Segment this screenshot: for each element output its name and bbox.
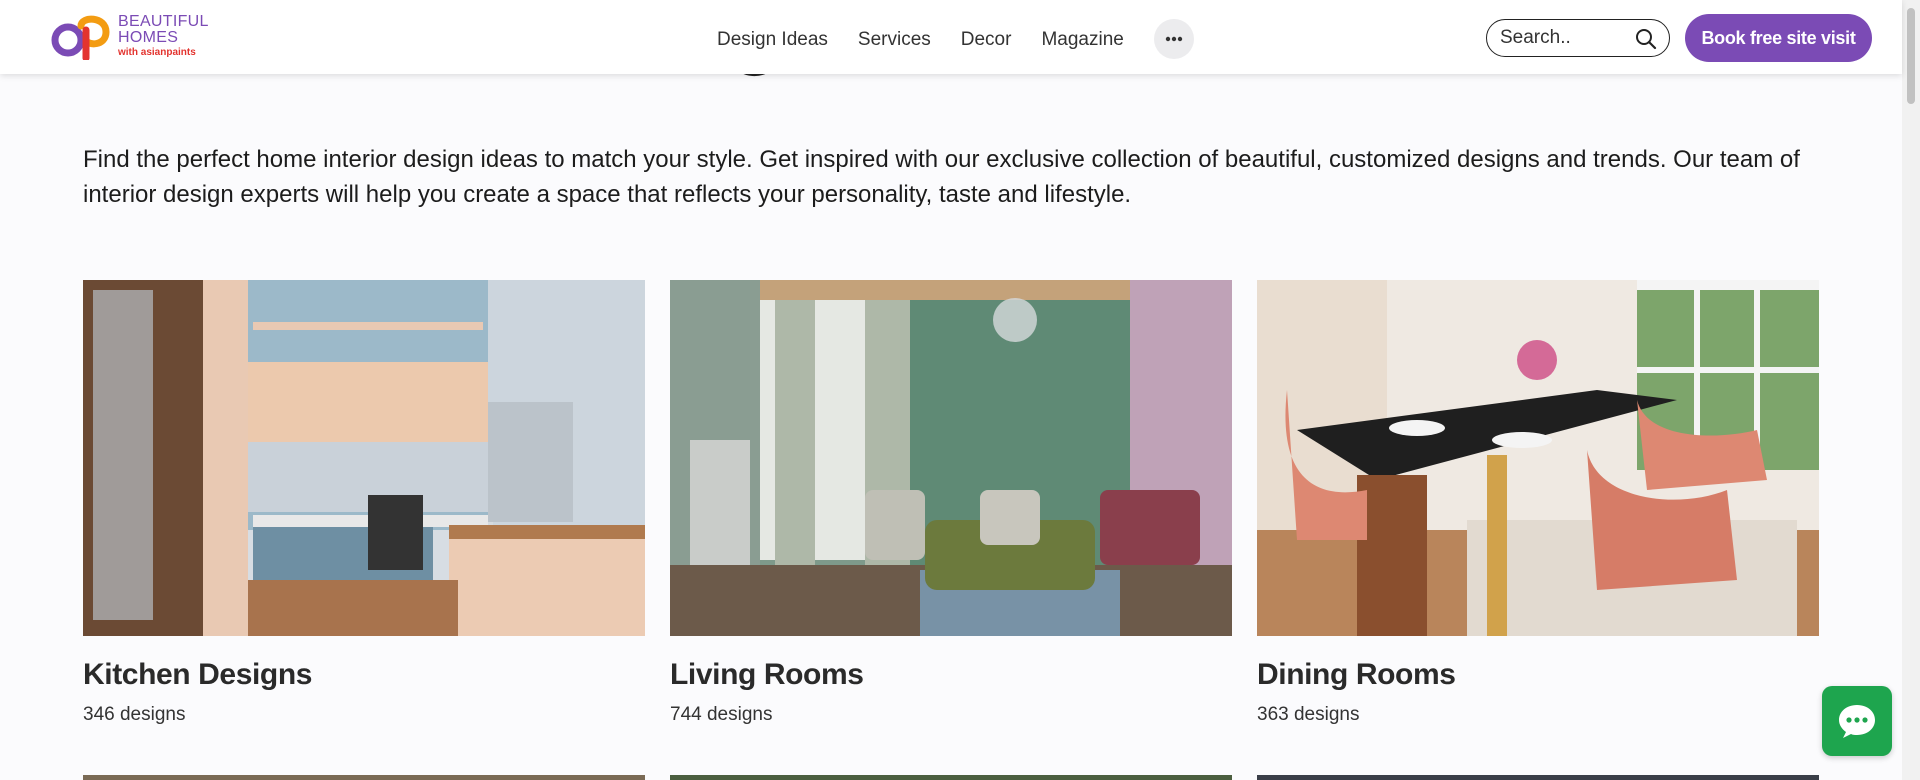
nav-services[interactable]: Services bbox=[858, 24, 931, 56]
brand-logo[interactable]: BEAUTIFUL HOMES with asianpaints bbox=[48, 10, 228, 62]
next-row-card-peek bbox=[670, 775, 1232, 780]
next-row-card-peek bbox=[83, 775, 645, 780]
search-icon[interactable] bbox=[1635, 28, 1657, 50]
category-card-kitchen[interactable]: Kitchen Designs 346 designs bbox=[83, 280, 645, 726]
living-room-illustration bbox=[670, 280, 1232, 636]
main-nav: Design Ideas Services Decor Magazine bbox=[717, 19, 1194, 59]
chat-bubble-icon bbox=[1839, 705, 1875, 738]
category-card-living[interactable]: Living Rooms 744 designs bbox=[670, 280, 1232, 726]
dining-room-photo[interactable] bbox=[1257, 280, 1819, 636]
card-design-count: 744 designs bbox=[670, 704, 773, 725]
intro-paragraph: Find the perfect home interior design id… bbox=[83, 146, 1800, 208]
site-header: BEAUTIFUL HOMES with asianpaints Design … bbox=[0, 0, 1902, 74]
nav-decor[interactable]: Decor bbox=[961, 24, 1012, 56]
card-design-count: 346 designs bbox=[83, 704, 186, 725]
ellipsis-icon bbox=[1165, 36, 1183, 42]
brand-line-1: BEAUTIFUL bbox=[118, 13, 209, 30]
kitchen-illustration bbox=[83, 280, 645, 636]
search-box bbox=[1486, 19, 1670, 57]
brand-wordmark: BEAUTIFUL HOMES with asianpaints bbox=[118, 14, 209, 58]
scrollbar-thumb[interactable] bbox=[1907, 8, 1915, 104]
category-card-dining[interactable]: Dining Rooms 363 designs bbox=[1257, 280, 1819, 726]
dining-room-illustration bbox=[1257, 280, 1819, 636]
nav-magazine[interactable]: Magazine bbox=[1041, 24, 1123, 56]
nav-more-button[interactable] bbox=[1153, 19, 1194, 59]
brand-logo-mark bbox=[51, 15, 110, 60]
book-site-visit-button[interactable]: Book free site visit bbox=[1685, 14, 1872, 62]
nav-design-ideas[interactable]: Design Ideas bbox=[717, 24, 828, 56]
living-room-photo[interactable] bbox=[670, 280, 1232, 636]
brand-line-2: HOMES bbox=[118, 29, 179, 46]
chat-button[interactable] bbox=[1822, 686, 1892, 756]
next-row-card-peek bbox=[1257, 775, 1819, 780]
brand-line-3: with asianpaints bbox=[118, 47, 196, 58]
kitchen-photo[interactable] bbox=[83, 280, 645, 636]
card-title[interactable]: Kitchen Designs bbox=[83, 658, 645, 692]
search-input[interactable] bbox=[1500, 27, 1630, 49]
card-title[interactable]: Dining Rooms bbox=[1257, 658, 1819, 692]
page-scrollbar[interactable] bbox=[1902, 0, 1920, 780]
card-title[interactable]: Living Rooms bbox=[670, 658, 1232, 692]
card-design-count: 363 designs bbox=[1257, 704, 1360, 725]
